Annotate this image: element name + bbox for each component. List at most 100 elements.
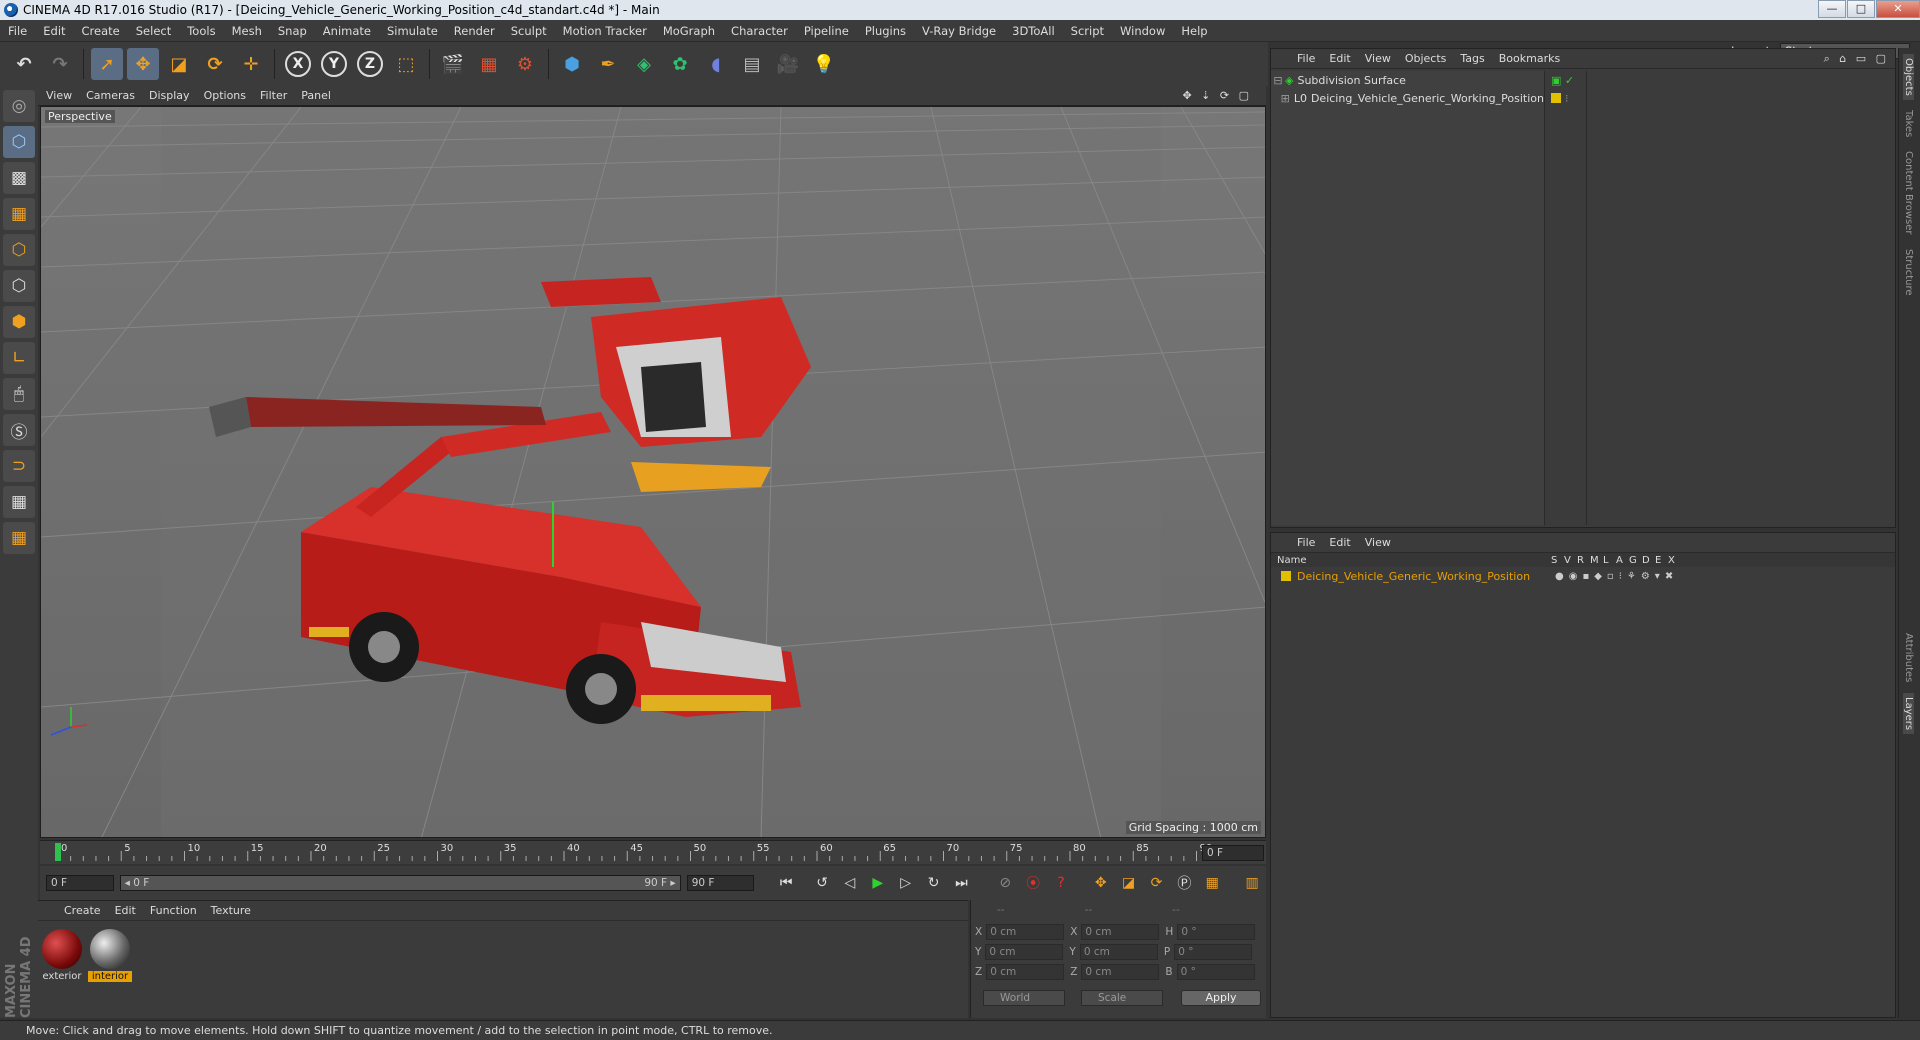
subdivision-icon[interactable]: ◈ — [628, 48, 660, 80]
size-x-field[interactable]: 0 cm — [1081, 924, 1160, 940]
make-editable-icon[interactable]: ◎ — [3, 90, 35, 122]
array-icon[interactable]: ✿ — [664, 48, 696, 80]
lock-workplane-icon[interactable]: ▦ — [3, 486, 35, 518]
start-frame-field[interactable]: 0 F — [46, 875, 114, 891]
go-to-end-icon[interactable]: ⏭ — [950, 871, 974, 895]
tab-objects[interactable]: Objects — [1903, 54, 1914, 100]
material-menu-texture[interactable]: Texture — [211, 904, 251, 917]
menu-character[interactable]: Character — [723, 24, 796, 38]
object-menu-file[interactable]: File — [1297, 52, 1315, 65]
viewport-nav-icons[interactable]: ✥ ⇣ ⟳ ▢ — [1182, 89, 1266, 102]
menu-window[interactable]: Window — [1112, 24, 1173, 38]
camera-icon[interactable]: 🎥 — [772, 48, 804, 80]
material-menu-function[interactable]: Function — [150, 904, 197, 917]
menu-select[interactable]: Select — [128, 24, 179, 38]
tweak-mode-icon[interactable]: 🖱 — [3, 378, 35, 410]
layer-color-icon[interactable]: ⁝ — [1547, 89, 1586, 107]
timeline-ruler[interactable]: 051015202530354045505560657075808590 0 F — [40, 840, 1266, 864]
tab-takes[interactable]: Takes — [1903, 106, 1914, 141]
maximize-button[interactable]: □ — [1847, 0, 1875, 18]
current-frame-field[interactable]: 0 F — [1202, 845, 1264, 861]
light-icon[interactable]: 💡 — [808, 48, 840, 80]
viewport-menu-options[interactable]: Options — [204, 89, 260, 102]
points-mode-icon[interactable]: ⬡ — [3, 234, 35, 266]
pos-x-field[interactable]: 0 cm — [986, 924, 1065, 940]
menu-vray-bridge[interactable]: V-Ray Bridge — [914, 24, 1004, 38]
apply-button[interactable]: Apply — [1181, 990, 1261, 1006]
menu-animate[interactable]: Animate — [315, 24, 379, 38]
menu-render[interactable]: Render — [446, 24, 503, 38]
menu-script[interactable]: Script — [1063, 24, 1112, 38]
tab-content-browser[interactable]: Content Browser — [1903, 147, 1914, 238]
menu-create[interactable]: Create — [74, 24, 128, 38]
menu-tools[interactable]: Tools — [179, 24, 223, 38]
menu-3dtoall[interactable]: 3DToAll — [1004, 24, 1063, 38]
cube-icon[interactable]: ⬢ — [556, 48, 588, 80]
menu-motion-tracker[interactable]: Motion Tracker — [555, 24, 655, 38]
record-icon[interactable]: ⦿ — [1021, 871, 1045, 895]
material-exterior[interactable]: exterior — [40, 929, 84, 982]
layer-menu-edit[interactable]: Edit — [1329, 536, 1350, 549]
live-selection-icon[interactable]: ➚ — [91, 48, 123, 80]
viewport-menu-filter[interactable]: Filter — [260, 89, 301, 102]
visibility-check-icon[interactable]: ▣ ✓ — [1547, 71, 1586, 89]
redo-icon[interactable]: ↷ — [44, 48, 76, 80]
scale-icon[interactable]: ◪ — [163, 48, 195, 80]
model-mode-icon[interactable]: ⬡ — [3, 126, 35, 158]
render-view-icon[interactable]: 🎬 — [437, 48, 469, 80]
size-y-field[interactable]: 0 cm — [1079, 944, 1158, 960]
material-menu-edit[interactable]: Edit — [115, 904, 136, 917]
workplane-icon[interactable]: ▦ — [3, 198, 35, 230]
undo-icon[interactable]: ↶ — [8, 48, 40, 80]
tab-structure[interactable]: Structure — [1903, 245, 1914, 300]
menu-plugins[interactable]: Plugins — [857, 24, 914, 38]
viewport-menu-display[interactable]: Display — [149, 89, 204, 102]
material-menu-create[interactable]: Create — [64, 904, 101, 917]
key-position-icon[interactable]: ✥ — [1089, 871, 1113, 895]
previous-frame-icon[interactable]: ◁ — [838, 871, 862, 895]
tab-attributes[interactable]: Attributes — [1903, 629, 1914, 686]
autokey-icon[interactable]: ? — [1049, 871, 1073, 895]
key-pla-icon[interactable]: ▦ — [1200, 871, 1224, 895]
frame-range-slider[interactable]: ◂ 0 F 90 F ▸ — [119, 875, 681, 891]
deformer-icon[interactable]: ◖ — [700, 48, 732, 80]
coordinate-system-icon[interactable]: ⬚ — [390, 48, 422, 80]
menu-file[interactable]: File — [0, 24, 35, 38]
rot-h-field[interactable]: 0 ° — [1177, 924, 1256, 940]
move-icon[interactable]: ✥ — [127, 48, 159, 80]
x-axis-icon[interactable]: X — [282, 48, 314, 80]
menu-snap[interactable]: Snap — [270, 24, 315, 38]
y-axis-icon[interactable]: Y — [318, 48, 350, 80]
menu-mograph[interactable]: MoGraph — [655, 24, 723, 38]
pen-spline-icon[interactable]: ✒ — [592, 48, 624, 80]
object-menu-tags[interactable]: Tags — [1460, 52, 1484, 65]
object-row[interactable]: ⊟ ◈ Subdivision Surface — [1271, 71, 1544, 89]
tab-layers[interactable]: Layers — [1903, 692, 1914, 734]
edit-render-settings-icon[interactable]: ⚙ — [509, 48, 541, 80]
object-menu-bookmarks[interactable]: Bookmarks — [1499, 52, 1560, 65]
timeline-window-icon[interactable]: ▥ — [1240, 871, 1264, 895]
floor-icon[interactable]: ▤ — [736, 48, 768, 80]
key-scale-icon[interactable]: ◪ — [1117, 871, 1141, 895]
3d-viewport[interactable]: Perspective Grid Spacing : 1000 cm — [40, 106, 1266, 838]
object-row[interactable]: ⊞ L0 Deicing_Vehicle_Generic_Working_Pos… — [1271, 89, 1544, 107]
close-button[interactable]: ✕ — [1876, 0, 1920, 18]
object-manager-nav-icons[interactable]: ⌕ ⌂ ▭ ▢ — [1824, 52, 1889, 66]
end-frame-field[interactable]: 90 F — [686, 875, 755, 891]
rot-p-field[interactable]: 0 ° — [1174, 944, 1253, 960]
material-interior[interactable]: interior — [88, 929, 132, 982]
coordinate-space-select[interactable]: World — [983, 990, 1065, 1006]
layer-flag-icons[interactable]: ●◉▪◆▫⁝⚘⚙▾✖ — [1555, 571, 1678, 582]
go-to-start-icon[interactable]: ⏮ — [774, 871, 798, 895]
axis-mode-icon[interactable]: ∟ — [3, 342, 35, 374]
z-axis-icon[interactable]: Z — [354, 48, 386, 80]
planar-workplane-icon[interactable]: ▦ — [3, 522, 35, 554]
layer-menu-file[interactable]: File — [1297, 536, 1315, 549]
rot-b-field[interactable]: 0 ° — [1176, 964, 1255, 980]
menu-edit[interactable]: Edit — [35, 24, 73, 38]
polygons-mode-icon[interactable]: ⬢ — [3, 306, 35, 338]
next-frame-icon[interactable]: ▷ — [894, 871, 918, 895]
create-icon[interactable]: ✛ — [235, 48, 267, 80]
viewport-menu-cameras[interactable]: Cameras — [86, 89, 149, 102]
texture-mode-icon[interactable]: ▩ — [3, 162, 35, 194]
